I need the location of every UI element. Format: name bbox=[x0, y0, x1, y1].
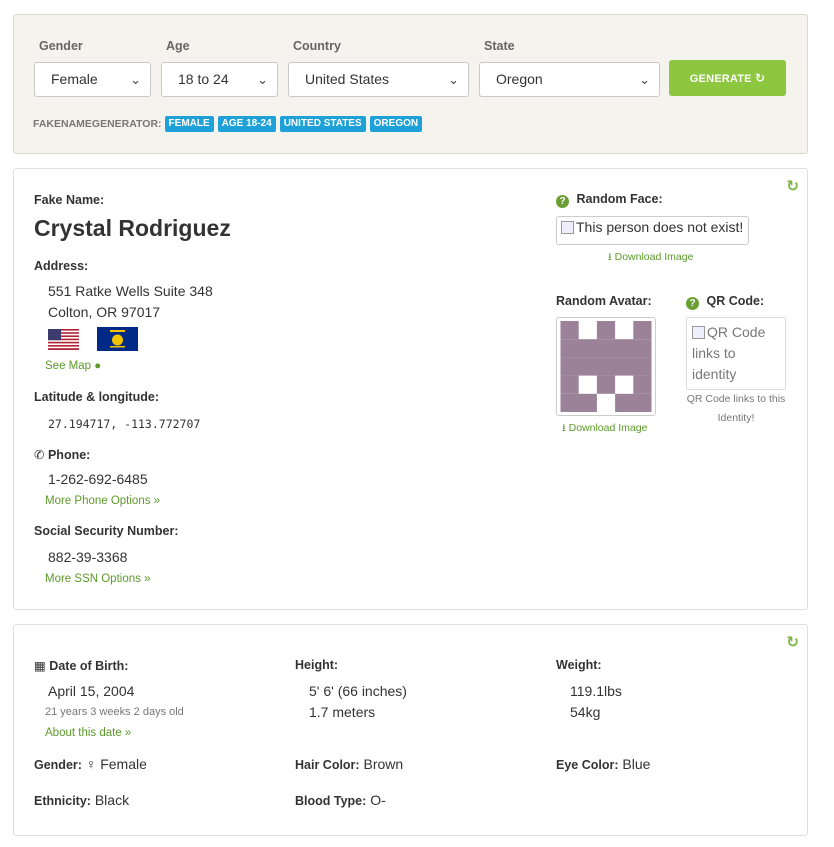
ethnicity-label: Ethnicity: bbox=[34, 794, 91, 808]
tag-country[interactable]: UNITED STATES bbox=[279, 115, 366, 132]
refresh-icon[interactable]: ↻ bbox=[786, 177, 799, 195]
download-icon: ⭳ bbox=[608, 251, 612, 263]
tags-label: FAKENAMEGENERATOR: bbox=[33, 117, 162, 130]
more-phone-link[interactable]: More Phone Options » bbox=[45, 495, 160, 507]
blood-row: Blood Type: O- bbox=[295, 792, 386, 808]
eye-row: Eye Color: Blue bbox=[556, 756, 650, 772]
tag-state[interactable]: OREGON bbox=[369, 115, 423, 132]
weight-kg: 54kg bbox=[570, 704, 601, 720]
broken-image-icon bbox=[561, 221, 574, 234]
age-text: 21 years 3 weeks 2 days old bbox=[45, 706, 184, 718]
avatar-download-link[interactable]: ⭳ Download Image bbox=[562, 420, 647, 438]
face-download-link[interactable]: ⭳ Download Image bbox=[608, 249, 693, 267]
state-label: State bbox=[484, 39, 515, 53]
height-label: Height: bbox=[295, 658, 339, 672]
qr-code-image: QR Code links to identity bbox=[686, 317, 786, 390]
eye-value: Blue bbox=[622, 756, 651, 772]
generate-button-label: GENERATE bbox=[689, 73, 752, 85]
dob-label: Date of Birth: bbox=[49, 659, 129, 673]
see-map-link[interactable]: See Map ● bbox=[45, 360, 101, 372]
weight-lbs: 119.1lbs bbox=[570, 683, 622, 699]
latlng-value: 27.194717, -113.772707 bbox=[48, 417, 201, 431]
address-label: Address: bbox=[34, 259, 89, 273]
map-marker-icon: ● bbox=[94, 360, 102, 372]
help-icon[interactable]: ? bbox=[556, 195, 569, 208]
female-icon: ♀ bbox=[85, 756, 97, 772]
random-avatar bbox=[556, 317, 656, 416]
identicon-avatar bbox=[560, 321, 652, 412]
phone-label-row: ✆ Phone: bbox=[34, 447, 90, 462]
chevron-down-icon: ⌄ bbox=[639, 72, 650, 87]
phone-label: Phone: bbox=[47, 448, 91, 462]
hair-label: Hair Color: bbox=[295, 758, 360, 772]
qr-label-row: ? QR Code: bbox=[686, 294, 764, 310]
random-face-label-row: ? Random Face: bbox=[556, 192, 663, 208]
help-icon[interactable]: ? bbox=[686, 297, 699, 310]
country-select-value: United States bbox=[305, 71, 390, 87]
address-line1: 551 Ratke Wells Suite 348 bbox=[48, 283, 213, 299]
country-label: Country bbox=[293, 39, 341, 53]
oregon-flag-icon bbox=[97, 327, 138, 351]
gender-label: Gender: bbox=[34, 758, 82, 772]
weight-label: Weight: bbox=[556, 658, 602, 672]
age-select[interactable]: 18 to 24 ⌄ bbox=[161, 62, 278, 97]
state-select[interactable]: Oregon ⌄ bbox=[479, 62, 660, 97]
ssn-value: 882-39-3368 bbox=[48, 549, 128, 565]
dob-label-row: ▦ Date of Birth: bbox=[34, 658, 128, 673]
height-metric: 1.7 meters bbox=[309, 704, 376, 720]
gender-select-value: Female bbox=[51, 71, 98, 87]
refresh-icon: ↻ bbox=[754, 71, 766, 85]
download-icon: ⭳ bbox=[562, 422, 566, 434]
gender-label: Gender bbox=[39, 39, 83, 53]
tag-female[interactable]: FEMALE bbox=[164, 115, 214, 132]
more-ssn-link[interactable]: More SSN Options » bbox=[45, 573, 150, 585]
ethnicity-row: Ethnicity: Black bbox=[34, 792, 129, 808]
ethnicity-value: Black bbox=[94, 792, 130, 808]
blood-label: Blood Type: bbox=[295, 794, 367, 808]
calendar-icon: ▦ bbox=[34, 659, 46, 673]
ssn-label: Social Security Number: bbox=[34, 524, 179, 538]
about-date-link[interactable]: About this date » bbox=[45, 727, 131, 739]
face-alt-text: This person does not exist! bbox=[576, 219, 744, 235]
qr-caption: QR Code links to this Identity! bbox=[686, 393, 786, 424]
latlng-label: Latitude & longitude: bbox=[34, 390, 159, 404]
identity-card: ↻ Fake Name: Crystal Rodriguez Address: … bbox=[13, 168, 808, 610]
see-map-label: See Map bbox=[45, 360, 92, 372]
random-face-image: This person does not exist! bbox=[556, 216, 749, 245]
tag-age[interactable]: AGE 18-24 bbox=[217, 115, 276, 132]
country-select[interactable]: United States ⌄ bbox=[288, 62, 469, 97]
random-avatar-label: Random Avatar: bbox=[556, 294, 652, 308]
state-select-value: Oregon bbox=[496, 71, 543, 87]
filter-tags: FAKENAMEGENERATOR: FEMALE AGE 18-24 UNIT… bbox=[33, 115, 426, 132]
gender-select[interactable]: Female ⌄ bbox=[34, 62, 151, 97]
phone-icon: ✆ bbox=[34, 448, 45, 462]
refresh-icon[interactable]: ↻ bbox=[786, 633, 799, 651]
age-select-value: 18 to 24 bbox=[178, 71, 229, 87]
random-face-label: Random Face: bbox=[576, 192, 663, 206]
height-imperial: 5' 6' (66 inches) bbox=[309, 683, 407, 699]
chevron-down-icon: ⌄ bbox=[448, 72, 459, 87]
dob-value: April 15, 2004 bbox=[48, 683, 135, 699]
address-line2: Colton, OR 97017 bbox=[48, 304, 161, 320]
phone-value: 1-262-692-6485 bbox=[48, 471, 148, 487]
qr-label: QR Code: bbox=[706, 294, 765, 308]
face-download-label: Download Image bbox=[614, 251, 694, 263]
details-card: ↻ ▦ Date of Birth: April 15, 2004 21 yea… bbox=[13, 624, 808, 836]
fake-name-label: Fake Name: bbox=[34, 193, 105, 207]
chevron-down-icon: ⌄ bbox=[130, 72, 141, 87]
broken-image-icon bbox=[692, 326, 705, 339]
filter-panel: Gender Age Country State Female ⌄ 18 to … bbox=[13, 14, 808, 154]
us-flag-icon bbox=[48, 329, 79, 350]
hair-value: Brown bbox=[363, 756, 404, 772]
gender-row: Gender: ♀ Female bbox=[34, 756, 147, 772]
gender-value: Female bbox=[100, 756, 147, 772]
hair-row: Hair Color: Brown bbox=[295, 756, 403, 772]
generate-button[interactable]: GENERATE ↻ bbox=[669, 60, 786, 96]
avatar-download-label: Download Image bbox=[568, 422, 648, 434]
blood-value: O- bbox=[370, 792, 386, 808]
eye-label: Eye Color: bbox=[556, 758, 619, 772]
fake-name: Crystal Rodriguez bbox=[34, 215, 231, 241]
age-label: Age bbox=[166, 39, 190, 53]
chevron-down-icon: ⌄ bbox=[257, 72, 268, 87]
